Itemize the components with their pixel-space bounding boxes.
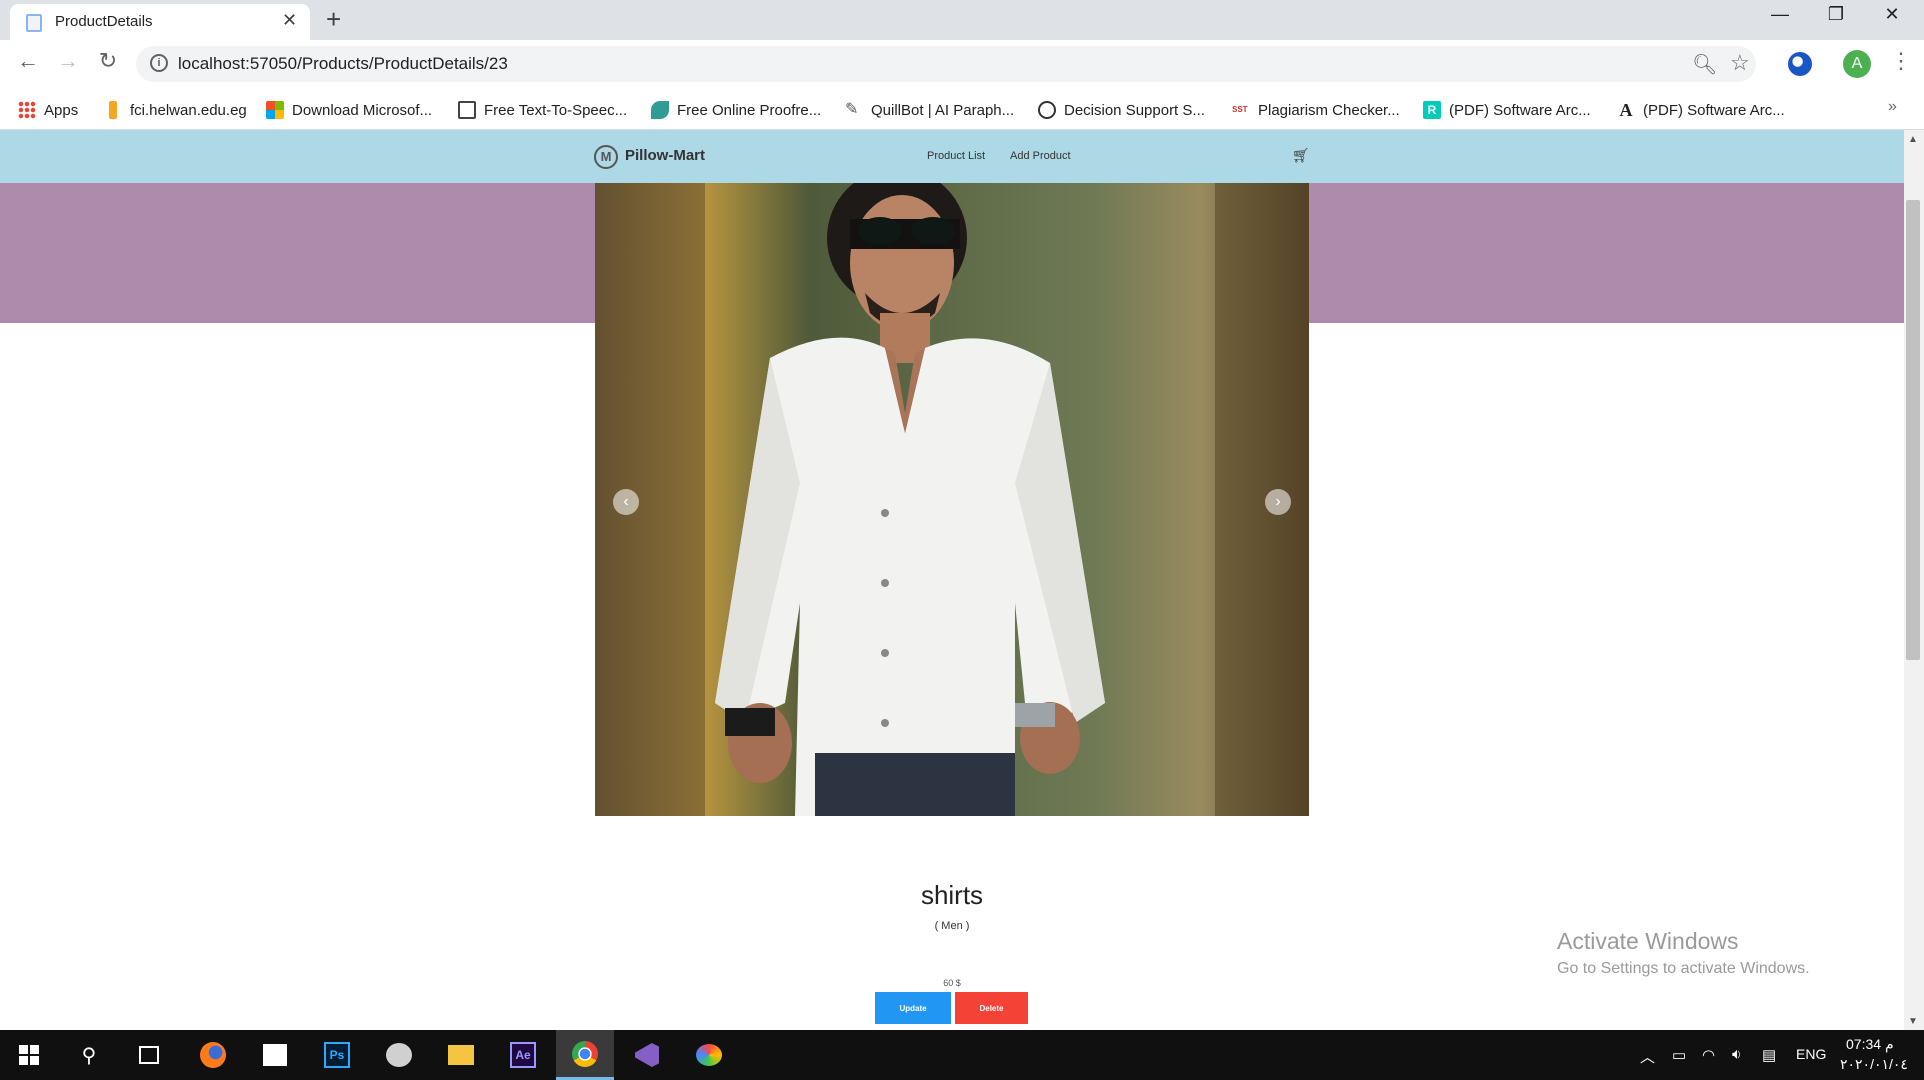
visual-studio-icon[interactable]: [618, 1030, 676, 1080]
bookmark-label: (PDF) Software Arc...: [1449, 101, 1591, 119]
tab-title: ProductDetails: [55, 13, 153, 30]
tab-strip: ProductDetails ✕ + — ❐ ✕: [0, 0, 1924, 40]
zoom-icon[interactable]: 🔍︎: [1692, 52, 1717, 77]
url-text[interactable]: localhost:57050/Products/ProductDetails/…: [178, 54, 508, 74]
page-content: M Pillow-Mart Product List Add Product 🛒…: [0, 130, 1904, 1030]
browser-tab[interactable]: ProductDetails ✕: [10, 4, 310, 40]
bookmark-microsoft[interactable]: Download Microsof...: [266, 98, 432, 122]
update-button[interactable]: Update: [875, 992, 951, 1024]
reload-icon[interactable]: ↻: [92, 48, 124, 80]
bookmark-label: Download Microsof...: [292, 101, 433, 119]
bookmark-label: Decision Support S...: [1064, 101, 1205, 119]
delete-button[interactable]: Delete: [955, 992, 1028, 1024]
bookmark-apps[interactable]: Apps: [18, 98, 78, 122]
app-icon[interactable]: [370, 1030, 428, 1080]
bookmark-label: Plagiarism Checker...: [1258, 101, 1400, 119]
firefox-icon[interactable]: [184, 1030, 242, 1080]
carousel-prev-icon[interactable]: ‹: [613, 489, 639, 515]
task-view-icon[interactable]: [120, 1030, 178, 1080]
info-icon[interactable]: i: [150, 54, 168, 72]
sst-icon: SST: [1232, 105, 1248, 114]
bookmark-label: Apps: [44, 101, 79, 119]
bookmark-label: (PDF) Software Arc...: [1643, 101, 1785, 119]
nav-add-product[interactable]: Add Product: [1010, 150, 1071, 162]
product-image-carousel[interactable]: ‹ ›: [595, 183, 1309, 816]
torch-icon: [109, 101, 117, 119]
scroll-down-icon[interactable]: ▼: [1908, 1016, 1918, 1027]
minimize-icon[interactable]: —: [1752, 4, 1808, 34]
quill-icon: ✎: [845, 101, 859, 118]
bookmark-label: fci.helwan.edu.eg: [130, 101, 247, 119]
bookmark-fci[interactable]: fci.helwan.edu.eg: [104, 98, 247, 122]
search-icon[interactable]: ⚲: [60, 1030, 118, 1080]
chrome-icon[interactable]: [556, 1030, 614, 1080]
back-icon[interactable]: ←: [12, 48, 44, 80]
start-windows-icon[interactable]: [0, 1030, 58, 1080]
apps-grid-icon: [18, 101, 36, 119]
tray-chevron-icon[interactable]: ︿: [1640, 1046, 1655, 1067]
store-icon[interactable]: [246, 1030, 304, 1080]
bookmark-star-icon[interactable]: ☆: [1730, 50, 1750, 76]
photoshop-icon[interactable]: Ps: [308, 1030, 366, 1080]
page-icon: [26, 14, 42, 32]
researchgate-icon: R: [1423, 101, 1441, 119]
windows-taskbar: ⚲ Ps Ae ︿ ▭ ◠ 🔉︎ ▤ ENG 07:34 م ٢٠٢٠/٠١/٠…: [0, 1030, 1924, 1080]
brand-logo-icon[interactable]: M: [594, 145, 618, 169]
file-explorer-icon[interactable]: [432, 1030, 490, 1080]
activate-windows-subtitle: Go to Settings to activate Windows.: [1557, 960, 1810, 977]
extension-icon[interactable]: [1788, 52, 1812, 76]
forward-icon[interactable]: →: [52, 48, 84, 80]
more-bookmarks-icon[interactable]: »: [1888, 98, 1897, 116]
restore-icon[interactable]: ❐: [1808, 4, 1864, 34]
activate-windows-title: Activate Windows: [1557, 928, 1739, 954]
language-indicator[interactable]: ENG: [1796, 1046, 1826, 1062]
academia-icon: A: [1619, 100, 1633, 120]
battery-icon[interactable]: ▭: [1672, 1046, 1686, 1064]
bookmark-quillbot[interactable]: ✎ QuillBot | AI Paraph...: [845, 98, 1014, 122]
tts-icon: [458, 101, 476, 119]
microsoft-logo-icon: [266, 101, 284, 119]
close-window-icon[interactable]: ✕: [1864, 4, 1920, 34]
close-tab-icon[interactable]: ✕: [282, 10, 297, 31]
bookmark-proofread[interactable]: Free Online Proofre...: [651, 98, 821, 122]
menu-dots-icon[interactable]: ⋮: [1890, 48, 1912, 74]
bookmark-researchgate[interactable]: R (PDF) Software Arc...: [1423, 98, 1591, 122]
wifi-icon[interactable]: ◠: [1702, 1046, 1715, 1064]
bookmark-label: QuillBot | AI Paraph...: [871, 101, 1015, 119]
notifications-icon[interactable]: ▤: [1762, 1046, 1776, 1064]
paint-icon[interactable]: [680, 1030, 738, 1080]
cart-icon[interactable]: 🛒︎: [1292, 147, 1310, 164]
product-name: shirts: [920, 880, 984, 910]
bookmarks-bar: Apps fci.helwan.edu.eg Download Microsof…: [0, 90, 1924, 130]
new-tab-icon[interactable]: +: [326, 4, 341, 35]
scroll-up-icon[interactable]: ▲: [1908, 134, 1918, 145]
scrollbar-thumb[interactable]: [1906, 200, 1920, 660]
clock-date[interactable]: ٢٠٢٠/٠١/٠٤: [1840, 1056, 1908, 1073]
site-navbar: M Pillow-Mart Product List Add Product 🛒…: [0, 130, 1904, 183]
carousel-next-icon[interactable]: ›: [1265, 489, 1291, 515]
profile-avatar[interactable]: A: [1843, 50, 1871, 78]
proofread-icon: [651, 101, 669, 119]
bookmark-label: Free Online Proofre...: [677, 101, 822, 119]
bookmark-label: Free Text-To-Speec...: [484, 101, 628, 119]
clock-time[interactable]: 07:34 م: [1846, 1036, 1894, 1053]
nav-product-list[interactable]: Product List: [927, 150, 985, 162]
bookmark-tts[interactable]: Free Text-To-Speec...: [458, 98, 627, 122]
brand-name[interactable]: Pillow-Mart: [625, 147, 705, 164]
bookmark-plagiarism[interactable]: SST Plagiarism Checker...: [1232, 98, 1400, 122]
address-bar[interactable]: i localhost:57050/Products/ProductDetail…: [136, 46, 1756, 82]
browser-toolbar: ← → ↻ i localhost:57050/Products/Product…: [0, 40, 1924, 90]
product-price: 60 $: [943, 978, 961, 988]
product-photo: [595, 183, 1309, 816]
decision-icon: [1038, 101, 1056, 119]
bookmark-decision[interactable]: Decision Support S...: [1038, 98, 1205, 122]
after-effects-icon[interactable]: Ae: [494, 1030, 552, 1080]
bookmark-academia[interactable]: A (PDF) Software Arc...: [1617, 98, 1785, 122]
volume-icon[interactable]: 🔉︎: [1732, 1046, 1741, 1063]
